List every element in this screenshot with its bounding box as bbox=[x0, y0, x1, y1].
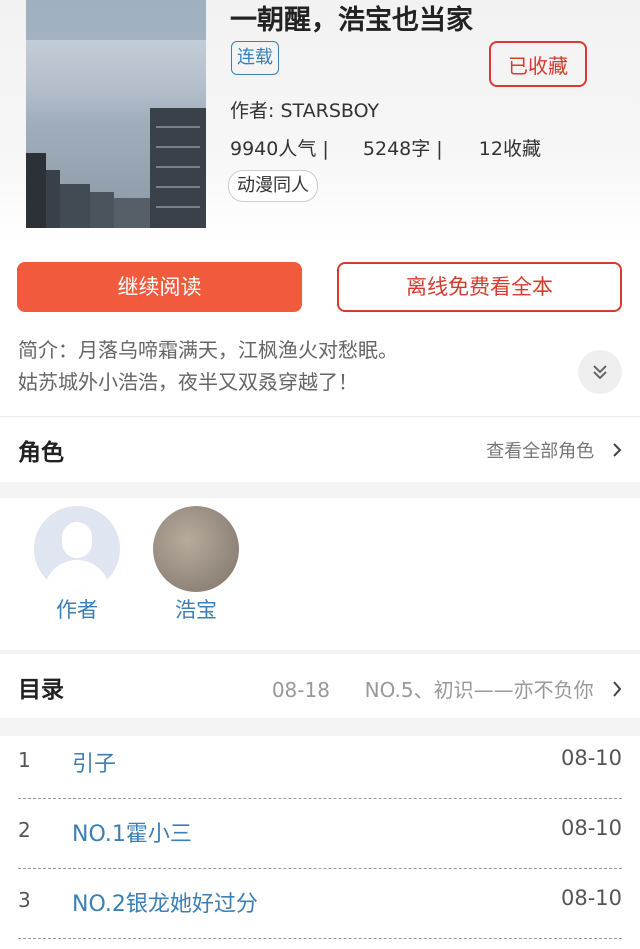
latest-chapter-title: NO.5、初识——亦不负你 bbox=[364, 678, 594, 702]
chapter-row[interactable]: 3 NO.2银龙她好过分 08-10 bbox=[18, 868, 622, 939]
avatar-haobao[interactable] bbox=[153, 506, 239, 592]
chapter-title[interactable]: NO.1霍小三 bbox=[72, 816, 192, 848]
double-chevron-down-icon bbox=[593, 365, 607, 380]
expand-intro-button[interactable] bbox=[578, 350, 622, 394]
intro-line-1: 简介：月落乌啼霜满天，江枫渔火对愁眠。 bbox=[18, 338, 398, 362]
latest-chapter-link[interactable]: 08-18 NO.5、初识——亦不负你 bbox=[272, 674, 622, 703]
popularity-count: 9940人气 | bbox=[230, 138, 329, 160]
roles-section-title: 角色 bbox=[18, 440, 64, 466]
chevron-right-icon bbox=[613, 681, 622, 697]
status-badge: 连载 bbox=[231, 41, 279, 75]
chapter-date: 08-10 bbox=[560, 886, 622, 910]
book-title: 一朝醒，浩宝也当家 bbox=[230, 5, 473, 36]
collected-button[interactable]: 已收藏 bbox=[489, 41, 587, 87]
book-intro: 简介：月落乌啼霜满天，江枫渔火对愁眠。 姑苏城外小浩浩，夜半又双叒穿越了！ bbox=[18, 334, 578, 398]
section-gap bbox=[0, 650, 640, 654]
chapter-date: 08-10 bbox=[560, 816, 622, 840]
book-stats: 9940人气 | 5248字 | 12收藏 bbox=[230, 134, 541, 161]
avatar-author[interactable] bbox=[34, 506, 120, 592]
chapter-title[interactable]: 引子 bbox=[72, 746, 116, 778]
section-gap bbox=[0, 482, 640, 498]
chevron-right-icon bbox=[613, 443, 622, 457]
genre-tag[interactable]: 动漫同人 bbox=[228, 170, 318, 202]
chapter-number: 3 bbox=[18, 888, 31, 912]
intro-line-2: 姑苏城外小浩浩，夜半又双叒穿越了！ bbox=[18, 370, 358, 394]
toc-section-title: 目录 bbox=[18, 677, 64, 703]
divider bbox=[0, 416, 640, 417]
latest-chapter-date: 08-18 bbox=[271, 678, 330, 702]
word-count: 5248字 | bbox=[362, 138, 443, 160]
book-header: 一朝醒，浩宝也当家 连载 已收藏 作者: STARSBOY 9940人气 | 5… bbox=[0, 0, 640, 244]
book-cover-image[interactable] bbox=[26, 0, 206, 228]
chapter-row[interactable]: 1 引子 08-10 bbox=[18, 728, 622, 799]
view-all-roles-label: 查看全部角色 bbox=[486, 441, 595, 462]
role-name-author[interactable]: 作者 bbox=[34, 594, 120, 624]
view-all-roles-link[interactable]: 查看全部角色 bbox=[486, 437, 622, 463]
role-name-haobao[interactable]: 浩宝 bbox=[153, 594, 239, 624]
chapter-date: 08-10 bbox=[560, 746, 622, 770]
chapter-number: 2 bbox=[18, 818, 31, 842]
book-author[interactable]: 作者: STARSBOY bbox=[230, 96, 379, 123]
offline-read-button[interactable]: 离线免费看全本 bbox=[337, 262, 622, 312]
favorites-count: 12收藏 bbox=[478, 138, 541, 160]
chapter-title[interactable]: NO.2银龙她好过分 bbox=[72, 886, 258, 918]
chapter-row[interactable]: 2 NO.1霍小三 08-10 bbox=[18, 798, 622, 869]
chapter-number: 1 bbox=[18, 748, 31, 772]
continue-reading-button[interactable]: 继续阅读 bbox=[17, 262, 302, 312]
